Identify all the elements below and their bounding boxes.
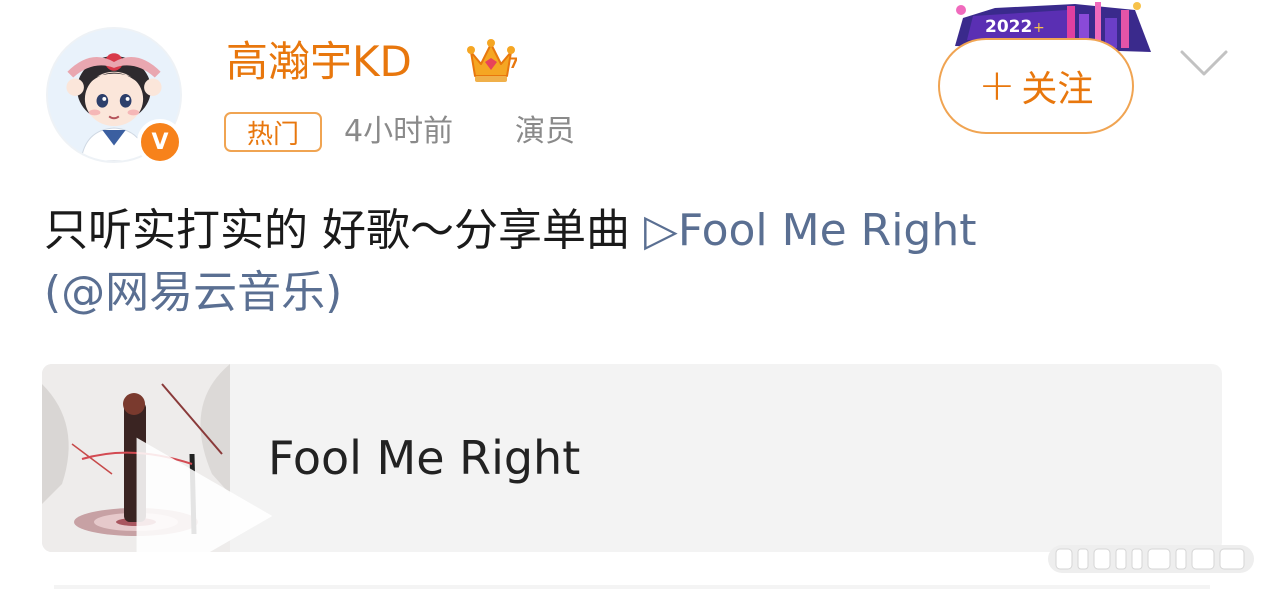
hot-badge: 热门	[224, 112, 322, 152]
user-role: 演员	[515, 114, 575, 149]
verified-icon: V	[137, 119, 183, 165]
post-text: 只听实打实的 好歌～分享单曲 ▷Fool Me Right (@网易云音乐)	[44, 200, 1224, 324]
song-title[interactable]: Fool Me Right	[268, 428, 580, 488]
username[interactable]: 高瀚宇KD	[226, 36, 412, 88]
divider	[54, 585, 1210, 589]
plus-icon: +	[978, 60, 1016, 111]
follow-button[interactable]: + 关注	[938, 38, 1134, 134]
chevron-down-icon[interactable]	[1178, 46, 1230, 80]
follow-label: 关注	[1021, 69, 1094, 110]
source-link[interactable]: (@网易云音乐)	[44, 267, 342, 318]
svg-text:+: +	[1033, 20, 1045, 36]
play-icon[interactable]	[100, 422, 288, 552]
svg-text:7: 7	[509, 56, 517, 72]
watermark-icon	[1048, 545, 1254, 573]
post-body: 只听实打实的 好歌～分享单曲	[44, 205, 644, 256]
album-cover[interactable]	[42, 364, 273, 552]
music-card[interactable]: Fool Me Right	[42, 364, 1222, 552]
svg-text:2022: 2022	[985, 17, 1032, 37]
song-link[interactable]: ▷Fool Me Right	[644, 205, 977, 256]
crown-icon[interactable]: 7	[465, 36, 517, 86]
post-time: 4小时前	[344, 114, 454, 149]
